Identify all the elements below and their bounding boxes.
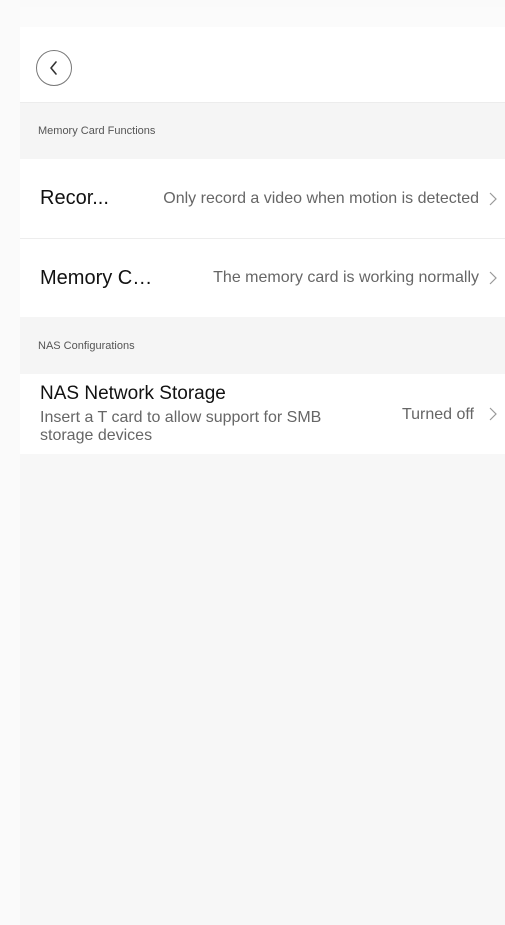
nas-description: Insert a T card to allow support for SMB… <box>40 409 322 444</box>
nas-network-storage-row[interactable]: NAS Network Storage Insert a T card to a… <box>20 374 505 454</box>
chevron-right-icon <box>489 271 497 285</box>
nas-status-value: Turned off <box>401 406 474 423</box>
chevron-left-icon <box>50 61 57 75</box>
row-title: Recor... <box>40 187 109 209</box>
status-bar <box>20 7 505 27</box>
chevron-right-icon <box>489 407 497 421</box>
row-title: Memory Ca... <box>40 266 160 289</box>
back-button[interactable] <box>36 50 72 86</box>
section-header-memory-card: Memory Card Functions <box>20 103 505 159</box>
row-value: The memory card is working normally <box>213 269 479 286</box>
row-value: Only record a video when motion is detec… <box>163 189 479 207</box>
header-bar <box>20 27 505 103</box>
settings-screen: Memory Card Functions Recor... Only reco… <box>20 7 505 925</box>
section-header-nas: NAS Configurations <box>20 317 505 374</box>
chevron-right-icon <box>489 192 497 205</box>
memory-card-row[interactable]: Memory Ca... The memory card is working … <box>20 238 505 317</box>
nas-title: NAS Network Storage <box>40 383 226 404</box>
record-mode-row[interactable]: Recor... Only record a video when motion… <box>20 159 505 238</box>
